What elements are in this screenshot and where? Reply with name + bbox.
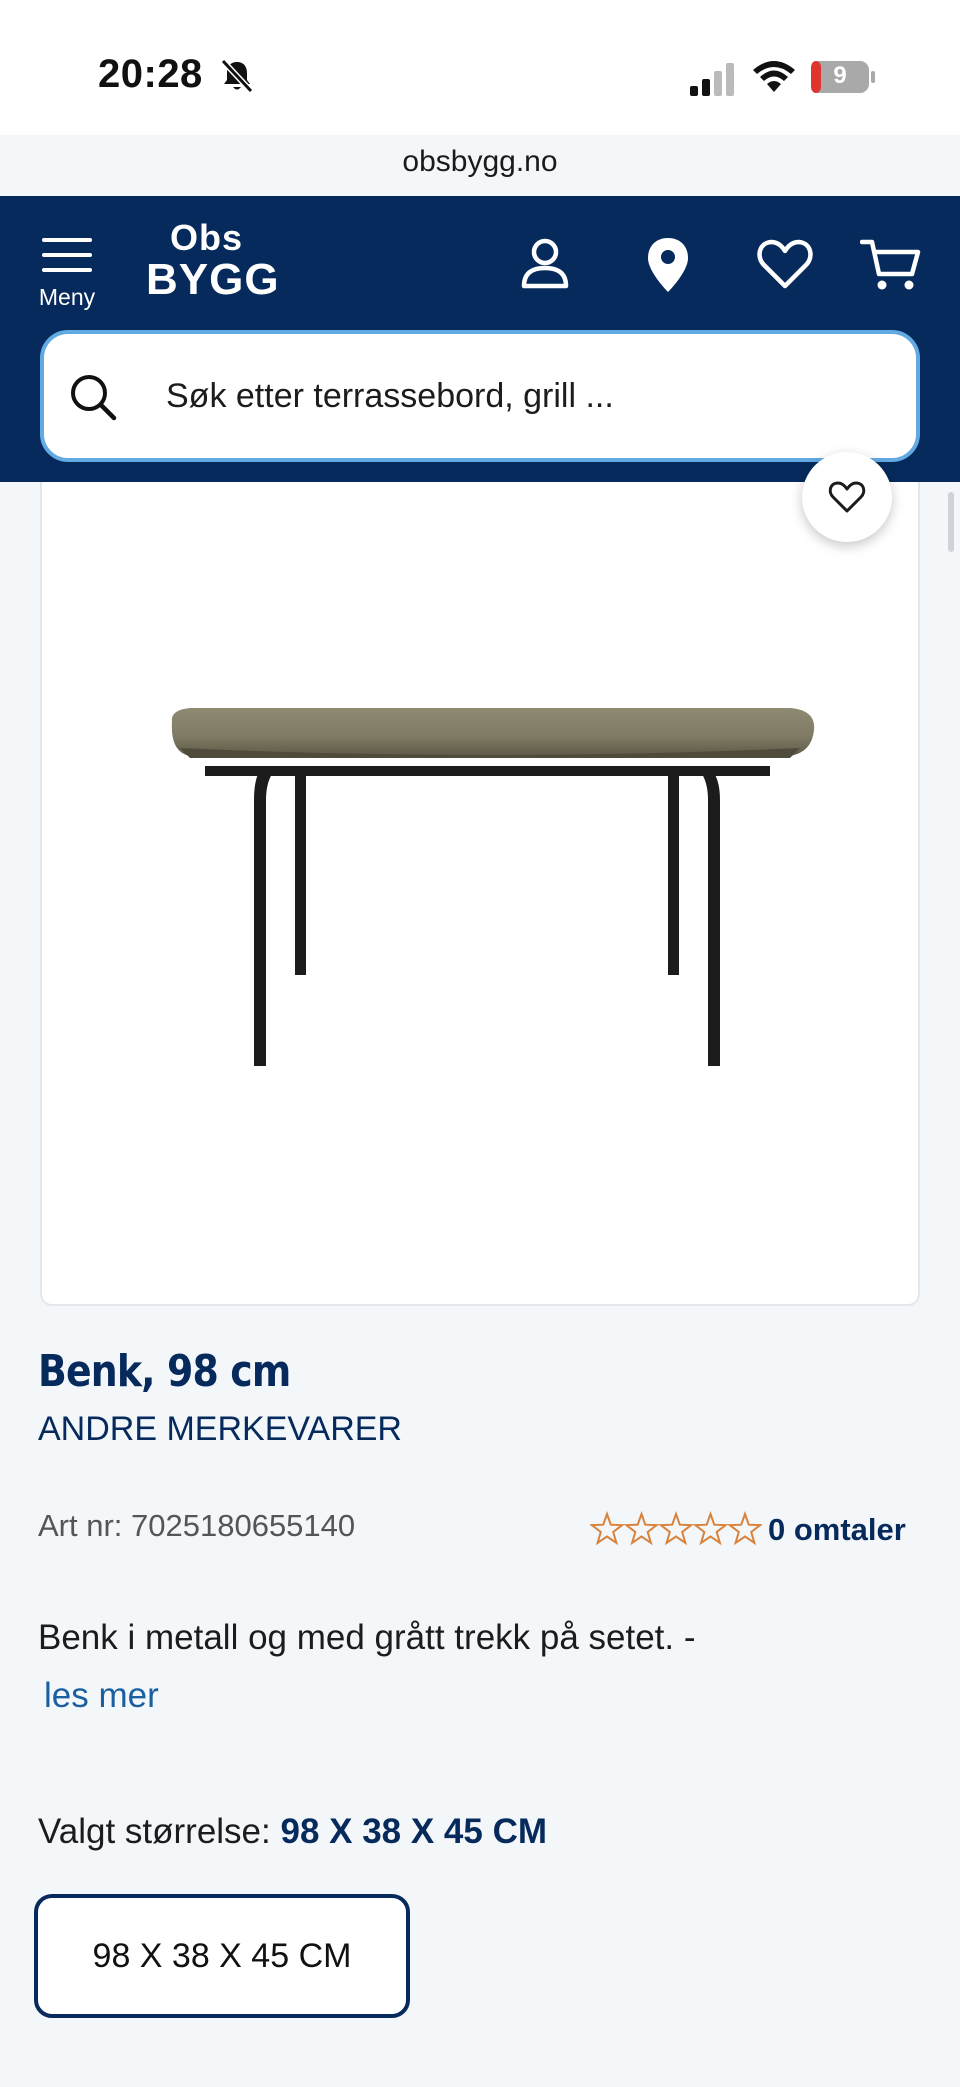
- search-icon: [71, 375, 117, 421]
- logo-text-bottom: BYGG: [146, 255, 280, 304]
- account-icon[interactable]: [517, 234, 573, 294]
- star-3: [657, 1511, 695, 1546]
- wifi-icon: [753, 61, 795, 92]
- selected-size-prefix: Valgt størrelse:: [38, 1812, 281, 1851]
- muted-bell-icon: [220, 58, 254, 94]
- selected-size-value: 98 X 38 X 45 CM: [280, 1812, 548, 1851]
- menu-label: Meny: [38, 284, 96, 310]
- star-1: [590, 1511, 626, 1546]
- logo-text-top: Obs: [170, 217, 244, 258]
- star-rating-icon[interactable]: [590, 1508, 762, 1550]
- address-bar[interactable]: obsbygg.no: [0, 145, 960, 179]
- product-description: Benk i metall og med grått trekk på sete…: [38, 1618, 696, 1657]
- article-number: Art nr: 7025180655140: [38, 1508, 356, 1543]
- selected-size-label: Valgt størrelse: 98 X 38 X 45 CM: [38, 1812, 547, 1852]
- heart-outline-icon: [828, 481, 866, 513]
- star-5: [726, 1511, 762, 1546]
- battery-level: 9: [833, 62, 847, 89]
- star-2: [623, 1511, 660, 1546]
- wishlist-heart-icon[interactable]: [755, 234, 815, 294]
- cart-icon[interactable]: [860, 234, 924, 294]
- status-time: 20:28: [98, 52, 203, 96]
- obs-bygg-logo[interactable]: Obs BYGG: [146, 217, 279, 304]
- hamburger-icon: [42, 238, 92, 272]
- add-to-wishlist-button[interactable]: [802, 452, 892, 542]
- read-more-link[interactable]: les mer: [44, 1676, 159, 1716]
- page-scrollbar[interactable]: [948, 492, 954, 552]
- search-input[interactable]: [166, 364, 886, 428]
- store-location-icon[interactable]: [640, 234, 696, 294]
- search-bar[interactable]: [40, 330, 920, 462]
- cellular-signal-icon: [690, 63, 734, 96]
- product-image-bench: [171, 708, 815, 1066]
- size-option-button[interactable]: 98 X 38 X 45 CM: [34, 1894, 410, 2018]
- product-brand[interactable]: ANDRE MERKEVARER: [38, 1410, 402, 1449]
- star-4: [692, 1511, 729, 1546]
- product-title: Benk, 98 cm: [38, 1346, 291, 1397]
- menu-button[interactable]: Meny: [30, 228, 104, 312]
- reviews-link[interactable]: 0 omtaler: [768, 1512, 906, 1548]
